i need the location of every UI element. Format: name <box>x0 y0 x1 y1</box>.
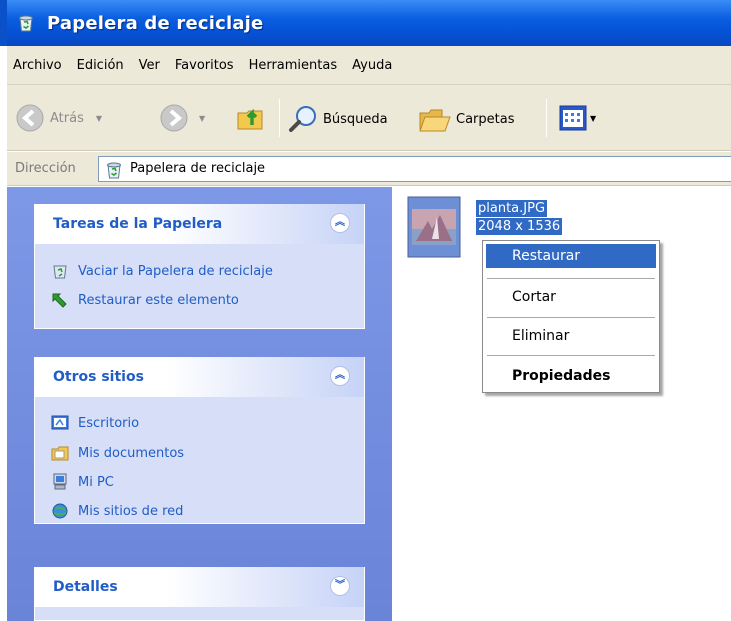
address-field[interactable]: Papelera de reciclaje <box>98 156 731 182</box>
other-places-title: Otros sitios <box>53 369 144 385</box>
search-icon <box>289 106 316 132</box>
menu-separator <box>487 317 655 318</box>
details-header[interactable]: Detalles ︾ <box>35 567 364 607</box>
task-empty-label: Vaciar la Papelera de reciclaje <box>78 263 273 279</box>
views-dropdown-icon[interactable]: ▼ <box>590 114 596 123</box>
title-bar[interactable]: Papelera de reciclaje <box>0 0 731 46</box>
other-places-panel: Otros sitios ︽ Escritorio Mis documentos <box>34 357 365 524</box>
menu-cut[interactable]: Cortar <box>486 285 656 309</box>
menu-properties[interactable]: Propiedades <box>486 364 656 388</box>
address-value: Papelera de reciclaje <box>130 161 266 176</box>
recycle-bin-icon <box>107 162 121 179</box>
menu-restore[interactable]: Restaurar <box>486 244 656 268</box>
recycle-tasks-header[interactable]: Tareas de la Papelera ︽ <box>35 204 364 244</box>
menu-delete[interactable]: Eliminar <box>486 324 656 348</box>
task-empty-recycle-bin[interactable]: Vaciar la Papelera de reciclaje <box>51 262 273 280</box>
menu-favoritos[interactable]: Favoritos <box>168 58 241 73</box>
back-label: Atrás <box>50 110 84 126</box>
window-title: Papelera de reciclaje <box>47 13 264 34</box>
search-button[interactable]: Búsqueda <box>288 104 388 134</box>
up-folder-button[interactable] <box>235 101 267 133</box>
place-desktop[interactable]: Escritorio <box>51 414 139 432</box>
file-dimensions-label: 2048 x 1536 <box>476 218 563 235</box>
recycle-tasks-panel: Tareas de la Papelera ︽ Vaciar la Papele… <box>34 204 365 329</box>
search-label: Búsqueda <box>323 111 388 127</box>
menu-ayuda[interactable]: Ayuda <box>345 58 399 73</box>
collapse-chevron-icon[interactable]: ︽ <box>330 213 350 233</box>
network-places-icon <box>52 503 68 519</box>
folders-button[interactable]: Carpetas <box>417 103 514 135</box>
other-places-header[interactable]: Otros sitios ︽ <box>35 357 364 397</box>
menu-bar: Archivo Edición Ver Favoritos Herramient… <box>7 46 731 85</box>
task-restore-item[interactable]: Restaurar este elemento <box>51 291 239 309</box>
forward-dropdown-icon[interactable]: ▼ <box>199 114 205 123</box>
back-arrow-icon <box>16 104 44 132</box>
address-label: Dirección <box>15 161 76 176</box>
menu-herramientas[interactable]: Herramientas <box>242 58 345 73</box>
forward-arrow-icon <box>160 104 188 132</box>
menu-edicion[interactable]: Edición <box>70 58 131 73</box>
collapse-chevron-icon[interactable]: ︽ <box>330 366 350 386</box>
place-my-computer-label: Mi PC <box>78 474 114 490</box>
empty-recycle-bin-icon <box>53 265 67 279</box>
back-dropdown-icon[interactable]: ▼ <box>96 114 102 123</box>
my-computer-icon <box>53 473 67 490</box>
place-desktop-label: Escritorio <box>78 415 140 431</box>
task-pane: Tareas de la Papelera ︽ Vaciar la Papele… <box>7 187 392 621</box>
views-button[interactable]: ▼ <box>559 105 596 131</box>
menu-archivo[interactable]: Archivo <box>7 58 69 73</box>
menu-separator <box>487 355 655 356</box>
folders-label: Carpetas <box>456 111 515 127</box>
details-title: Detalles <box>53 579 118 595</box>
restore-arrow-icon <box>52 293 67 308</box>
task-restore-label: Restaurar este elemento <box>78 292 239 308</box>
desktop-icon <box>51 415 69 430</box>
back-button[interactable]: Atrás ▼ <box>15 103 102 133</box>
details-panel: Detalles ︾ <box>34 567 365 621</box>
forward-button[interactable]: ▼ <box>159 103 205 133</box>
my-documents-icon <box>51 446 69 461</box>
menu-ver[interactable]: Ver <box>132 58 167 73</box>
address-bar: Dirección Papelera de reciclaje <box>7 152 731 186</box>
file-name-label[interactable]: planta.JPG <box>476 200 548 217</box>
context-menu: Restaurar Cortar Eliminar Propiedades <box>482 240 660 393</box>
jpg-file-icon[interactable] <box>406 195 462 259</box>
recycle-tasks-title: Tareas de la Papelera <box>53 216 223 232</box>
toolbar-separator <box>546 99 547 137</box>
menu-separator <box>487 278 655 279</box>
views-icon <box>559 105 587 131</box>
toolbar: Atrás ▼ ▼ Búsqueda Carpetas ▼ <box>7 85 731 151</box>
recycle-bin-icon <box>19 15 33 32</box>
toolbar-separator <box>279 99 280 137</box>
place-my-computer[interactable]: Mi PC <box>51 473 114 491</box>
place-my-documents[interactable]: Mis documentos <box>51 444 184 462</box>
place-network[interactable]: Mis sitios de red <box>51 502 183 520</box>
up-folder-icon <box>237 108 263 130</box>
folders-icon <box>419 109 451 132</box>
expand-chevron-icon[interactable]: ︾ <box>330 576 350 596</box>
place-network-label: Mis sitios de red <box>78 503 184 519</box>
place-my-documents-label: Mis documentos <box>78 445 185 461</box>
